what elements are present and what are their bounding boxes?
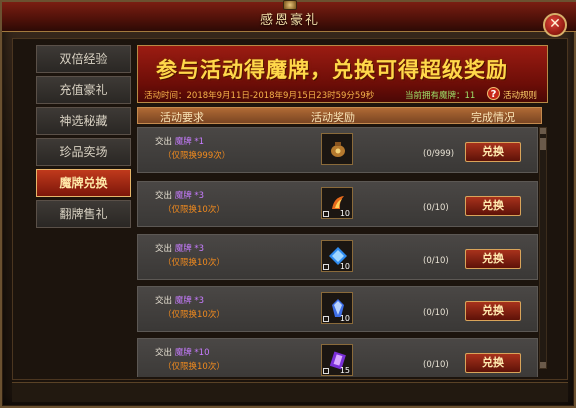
table-row: 交出 魔牌 *10 （仅限换10次） 15 (0/10) 兑换 xyxy=(137,338,538,377)
progress-text: (0/10) xyxy=(423,308,449,318)
req-item: 魔牌 *10 xyxy=(174,348,210,358)
table-row: 交出 魔牌 *1 （仅限换999次） (0/999) 兑换 xyxy=(137,127,538,173)
exchange-button[interactable]: 兑换 xyxy=(465,142,521,162)
bound-lock-icon xyxy=(323,264,329,270)
sidebar-item-double-exp[interactable]: 双倍经验 xyxy=(36,45,131,73)
requirement-text: 交出 魔牌 *3 xyxy=(155,294,204,306)
exchange-button[interactable]: 兑换 xyxy=(465,249,521,269)
bound-lock-icon xyxy=(323,316,329,322)
limit-text: （仅限换999次） xyxy=(163,151,231,161)
limit-text: （仅限换10次） xyxy=(163,205,225,215)
requirement-text: 交出 魔牌 *3 xyxy=(155,189,204,201)
progress-text: (0/10) xyxy=(423,256,449,266)
help-icon[interactable]: ? xyxy=(487,87,500,100)
table-header: 活动要求 活动奖励 完成情况 xyxy=(137,107,542,124)
req-prefix: 交出 xyxy=(155,348,173,358)
progress-text: (0/10) xyxy=(423,360,449,370)
pouch-icon xyxy=(331,142,345,157)
limit-text: （仅限换10次） xyxy=(163,362,225,372)
event-banner: 参与活动得魔牌，兑换可得超级奖励 活动时间：2018年9月11日-2018年9月… xyxy=(137,45,548,103)
banner-headline: 参与活动得魔牌，兑换可得超级奖励 xyxy=(156,57,508,82)
limit-text: （仅限换10次） xyxy=(163,258,225,268)
reward-item-slot[interactable]: 10 xyxy=(321,292,353,324)
requirement-text: 交出 魔牌 *10 xyxy=(155,346,210,358)
req-prefix: 交出 xyxy=(155,137,173,147)
header-reward: 活动奖励 xyxy=(311,111,355,124)
item-quantity: 10 xyxy=(339,209,350,218)
sidebar-item-rare-market[interactable]: 珍品奕场 xyxy=(36,138,131,166)
reward-item-slot[interactable]: 15 xyxy=(321,344,353,376)
bound-lock-icon xyxy=(323,368,329,374)
sidebar: 双倍经验 充值豪礼 神选秘藏 珍品奕场 魔牌兑换 翻牌售礼 xyxy=(36,45,131,231)
sidebar-item-recharge-gift[interactable]: 充值豪礼 xyxy=(36,76,131,104)
sidebar-item-flip-sale[interactable]: 翻牌售礼 xyxy=(36,200,131,228)
progress-text: (0/999) xyxy=(423,149,455,159)
exchange-button[interactable]: 兑换 xyxy=(465,196,521,216)
requirement-text: 交出 魔牌 *1 xyxy=(155,135,204,147)
req-prefix: 交出 xyxy=(155,296,173,306)
window-title: 感恩豪礼 xyxy=(259,13,320,28)
table-row: 交出 魔牌 *3 （仅限换10次） 10 (0/10) 兑换 xyxy=(137,234,538,280)
event-time: 活动时间：2018年9月11日-2018年9月15日23时59分59秒 xyxy=(144,91,375,101)
scroll-down-arrow[interactable] xyxy=(540,362,546,368)
limit-text: （仅限换10次） xyxy=(163,310,225,320)
scroll-thumb[interactable] xyxy=(540,138,546,150)
item-quantity: 15 xyxy=(339,366,350,375)
rules-link[interactable]: 活动规则 xyxy=(503,89,537,101)
requirement-text: 交出 魔牌 *3 xyxy=(155,242,204,254)
reward-item-slot[interactable]: 10 xyxy=(321,187,353,219)
sidebar-item-divine-treasure[interactable]: 神选秘藏 xyxy=(36,107,131,135)
exchange-button[interactable]: 兑换 xyxy=(465,301,521,321)
header-requirement: 活动要求 xyxy=(160,111,204,124)
reward-item-slot[interactable]: 10 xyxy=(321,240,353,272)
req-prefix: 交出 xyxy=(155,191,173,201)
card-count: 当前拥有魔牌：11 xyxy=(405,91,476,101)
req-item: 魔牌 *1 xyxy=(174,137,205,147)
req-item: 魔牌 *3 xyxy=(174,296,205,306)
reward-item-slot[interactable] xyxy=(321,133,353,165)
progress-text: (0/10) xyxy=(423,203,449,213)
table-row: 交出 魔牌 *3 （仅限换10次） 10 (0/10) 兑换 xyxy=(137,286,538,332)
req-item: 魔牌 *3 xyxy=(174,244,205,254)
list-scrollbar[interactable] xyxy=(539,127,547,369)
sidebar-item-card-exchange[interactable]: 魔牌兑换 xyxy=(36,169,131,197)
req-item: 魔牌 *3 xyxy=(174,191,205,201)
exchange-list: 交出 魔牌 *1 （仅限换999次） (0/999) 兑换 交出 魔牌 *3 （… xyxy=(137,127,538,377)
close-button[interactable]: ✕ xyxy=(543,13,567,37)
exchange-button[interactable]: 兑换 xyxy=(465,353,521,373)
scroll-up-arrow[interactable] xyxy=(540,128,546,134)
item-quantity: 10 xyxy=(339,314,350,323)
title-bar[interactable]: 感恩豪礼 xyxy=(2,0,576,32)
event-window: 感恩豪礼 ✕ 双倍经验 充值豪礼 神选秘藏 珍品奕场 魔牌兑换 翻牌售礼 参与活… xyxy=(0,0,576,408)
item-quantity: 10 xyxy=(339,262,350,271)
req-prefix: 交出 xyxy=(155,244,173,254)
table-row: 交出 魔牌 *3 （仅限换10次） 10 (0/10) 兑换 xyxy=(137,181,538,227)
bound-lock-icon xyxy=(323,211,329,217)
bottom-rail xyxy=(12,382,568,402)
header-status: 完成情况 xyxy=(471,111,515,124)
